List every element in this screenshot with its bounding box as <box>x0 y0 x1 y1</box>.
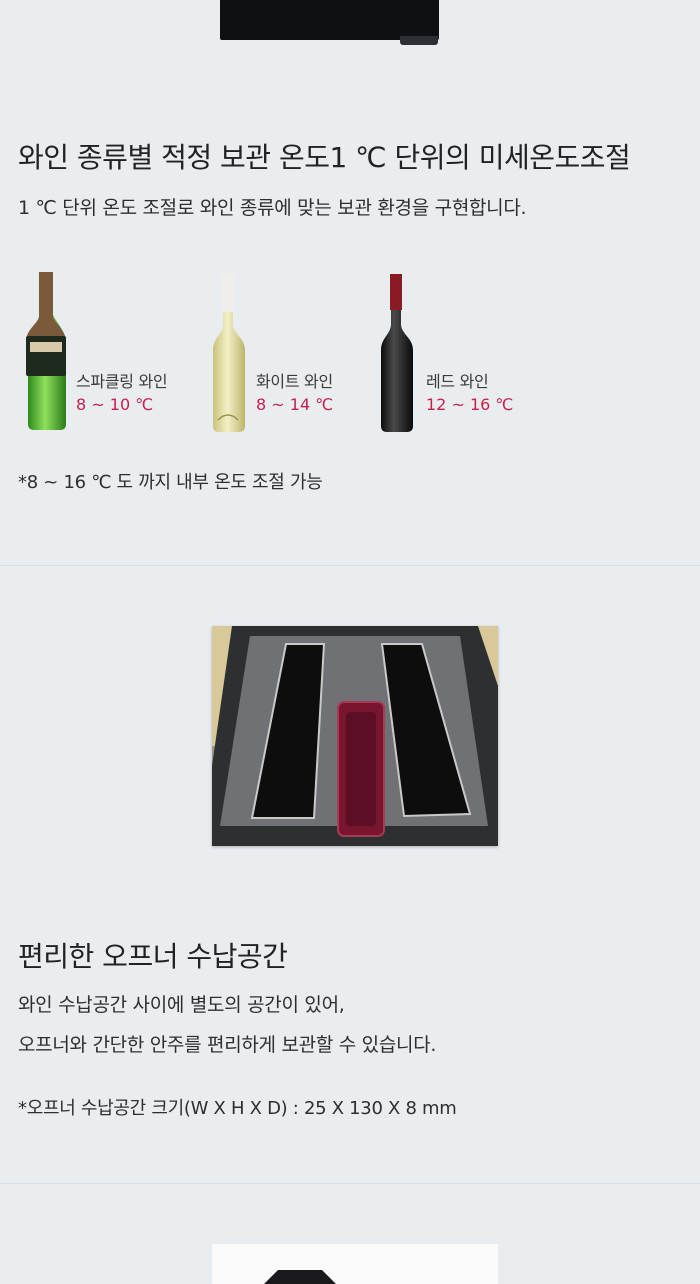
wine-temp-red: 12 ~ 16 ℃ <box>426 395 514 414</box>
next-product-photo <box>212 1244 498 1284</box>
wine-name-red: 레드 와인 <box>426 372 489 391</box>
wine-name-sparkling: 스파클링 와인 <box>76 372 168 391</box>
wine-item-white: 화이트 와인 8 ~ 14 ℃ <box>206 270 386 435</box>
sparkling-wine-bottle-icon <box>26 272 66 430</box>
section-divider-2 <box>0 1183 700 1184</box>
wine-item-red: 레드 와인 12 ~ 16 ℃ <box>374 270 554 435</box>
opener-description-line1: 와인 수납공간 사이에 별도의 공간이 있어, <box>18 994 345 1016</box>
temperature-section-title: 와인 종류별 적정 보관 온도1 ℃ 단위의 미세온도조절 <box>18 141 631 174</box>
wine-temperature-list: 스파클링 와인 8 ~ 10 ℃ 화이트 와인 8 ~ 14 ℃ 레드 와인 1… <box>0 270 700 440</box>
opener-size-note: *오프너 수납공간 크기(W X H X D) : 25 X 130 X 8 m… <box>18 1098 457 1119</box>
next-product-image <box>264 1270 336 1284</box>
wine-temp-sparkling: 8 ~ 10 ℃ <box>76 395 154 414</box>
wine-name-white: 화이트 와인 <box>256 372 333 391</box>
opener-section-title: 편리한 오프너 수납공간 <box>18 940 288 973</box>
opener-tray-image <box>212 626 498 846</box>
opener-description-line2: 오프너와 간단한 안주를 편리하게 보관할 수 있습니다. <box>18 1034 437 1056</box>
wine-item-sparkling: 스파클링 와인 8 ~ 10 ℃ <box>22 270 202 435</box>
white-wine-bottle-icon <box>213 274 245 432</box>
product-image-top <box>220 0 439 40</box>
opener-storage-photo <box>212 626 498 846</box>
product-image-foot <box>400 36 438 45</box>
section-divider <box>0 565 700 566</box>
red-wine-bottle-icon <box>381 274 413 432</box>
temperature-section-description: 1 ℃ 단위 온도 조절로 와인 종류에 맞는 보관 환경을 구현합니다. <box>18 197 527 219</box>
wine-temp-white: 8 ~ 14 ℃ <box>256 395 334 414</box>
temperature-range-note: *8 ~ 16 ℃ 도 까지 내부 온도 조절 가능 <box>18 472 323 493</box>
